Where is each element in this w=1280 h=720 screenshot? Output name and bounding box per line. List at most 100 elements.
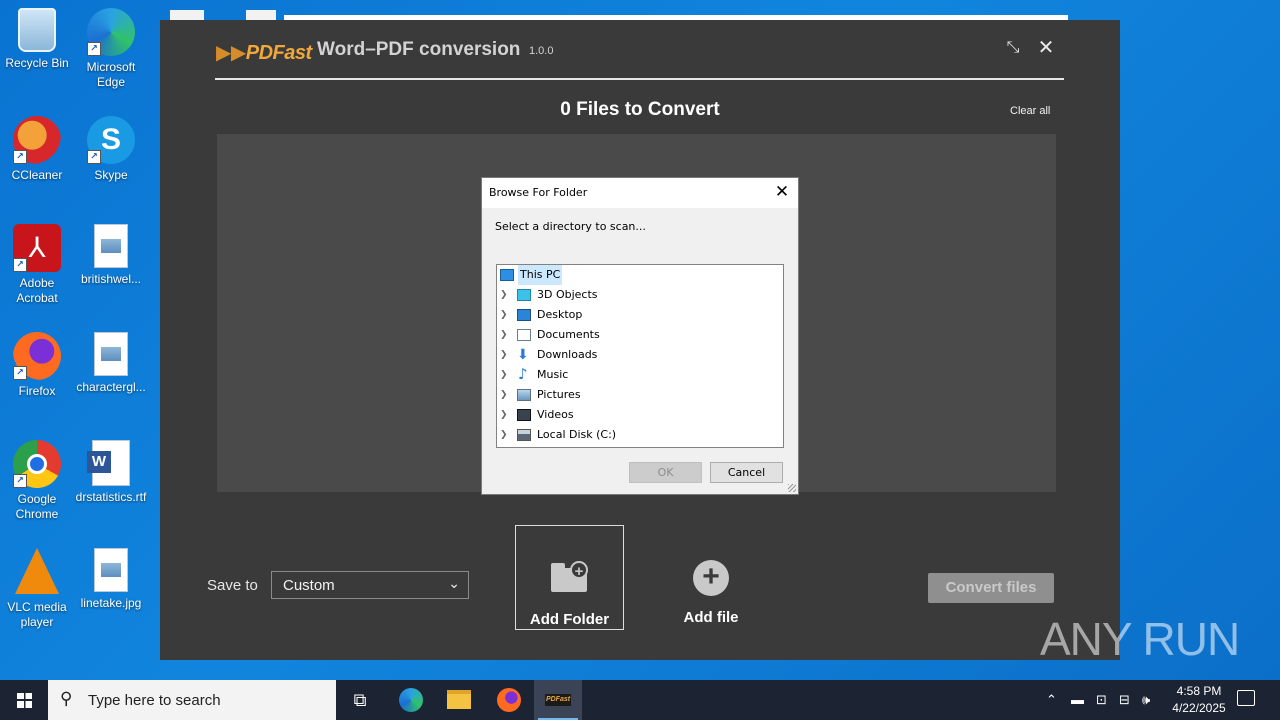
videos-icon (517, 409, 531, 421)
notification-icon[interactable] (1237, 690, 1255, 706)
anyrun-watermark: ANY RUN (1040, 613, 1240, 665)
firefox-icon (497, 688, 521, 712)
clock-date: 4/22/2025 (1172, 701, 1226, 715)
tray-app-icon[interactable]: ▬ (1071, 680, 1084, 720)
search-icon: ⚲ (60, 689, 73, 708)
desktop-icon-label: VLC media player (7, 600, 67, 629)
taskbar-file-explorer-button[interactable] (435, 680, 483, 720)
app-title: Word–PDF conversion (317, 39, 521, 60)
add-folder-label: Add Folder (529, 611, 610, 628)
start-button[interactable] (0, 680, 48, 720)
windows-logo-icon (17, 693, 32, 708)
chevron-right-icon[interactable]: ❯ (500, 285, 510, 305)
desktop-icon-chrome[interactable]: ↗ Google Chrome (0, 440, 74, 522)
taskbar: ⚲ Type here to search ⧉ PDFast ⌃ ▬ ⊡ ⊟ 🕪… (0, 680, 1280, 720)
resize-grip-icon[interactable] (788, 484, 796, 492)
desktop-folder-icon (517, 309, 531, 321)
desktop-icon-charactergl[interactable]: charactergl... (74, 332, 148, 395)
task-view-icon[interactable]: ⧉ (336, 680, 384, 720)
tree-item-label: Pictures (537, 388, 581, 401)
app-version: 1.0.0 (529, 45, 554, 57)
chevron-right-icon[interactable]: ❯ (500, 425, 510, 445)
tree-item-label: Documents (537, 328, 600, 341)
firefox-icon: ↗ (13, 332, 61, 380)
ok-button[interactable]: OK (629, 462, 702, 483)
3d-objects-icon (517, 289, 531, 301)
tree-item-desktop[interactable]: ❯ Desktop (497, 305, 777, 325)
background-window-edge (170, 10, 204, 20)
desktop-icon-recycle-bin[interactable]: Recycle Bin (0, 8, 74, 71)
taskbar-clock[interactable]: 4:58 PM 4/22/2025 (1160, 683, 1238, 717)
taskbar-edge-button[interactable] (387, 680, 435, 720)
tree-item-label: 3D Objects (537, 288, 598, 301)
desktop-icon-vlc[interactable]: VLC media player (0, 548, 74, 630)
dialog-close-icon[interactable]: ✕ (772, 182, 792, 202)
desktop-icon-edge[interactable]: ↗ Microsoft Edge (74, 8, 148, 90)
desktop-icon-label: Skype (94, 168, 128, 182)
desktop-icon-label: linetake.jpg (80, 596, 142, 610)
chevron-right-icon[interactable]: ❯ (500, 385, 510, 405)
browse-for-folder-dialog: Browse For Folder ✕ Select a directory t… (481, 177, 799, 495)
taskbar-firefox-button[interactable] (485, 680, 533, 720)
desktop-icon-label: charactergl... (76, 380, 146, 394)
taskbar-pdfast-button[interactable]: PDFast (534, 680, 582, 720)
tree-item-label: Local Disk (C:) (537, 428, 617, 441)
tree-item-music[interactable]: ❯ Music (497, 364, 777, 385)
desktop-icon-skype[interactable]: S ↗ Skype (74, 116, 148, 183)
chevron-right-icon[interactable]: ❯ (500, 325, 510, 345)
tree-item-this-pc[interactable]: This PC (497, 265, 777, 285)
logo-arrows-icon: ▶▶ (216, 42, 246, 64)
tree-item-downloads[interactable]: ❯ Downloads (497, 345, 777, 365)
chevron-right-icon[interactable]: ❯ (500, 405, 510, 425)
desktop-icon-ccleaner[interactable]: ↗ CCleaner (0, 116, 74, 183)
desktop-icon-acrobat[interactable]: ⅄ ↗ Adobe Acrobat (0, 224, 74, 306)
dialog-prompt: Select a directory to scan... (495, 220, 646, 233)
chrome-icon: ↗ (13, 440, 61, 488)
minimize-window-icon[interactable]: ⤡ (1001, 36, 1025, 60)
tree-item-label: Videos (537, 408, 574, 421)
tree-item-3d-objects[interactable]: ❯ 3D Objects (497, 285, 777, 305)
tree-item-label: Downloads (537, 348, 598, 361)
edge-icon: ↗ (87, 8, 135, 56)
add-folder-button[interactable]: + Add Folder (515, 525, 624, 630)
music-icon (517, 364, 531, 384)
desktop-icon-label: Adobe Acrobat (16, 276, 58, 305)
taskbar-search-box[interactable]: ⚲ Type here to search (48, 680, 336, 720)
tree-item-local-disk[interactable]: ❯ Local Disk (C:) (497, 425, 777, 445)
network-icon[interactable]: ⊟ (1119, 680, 1130, 720)
tray-device-icon[interactable]: ⊡ (1096, 680, 1107, 720)
tree-item-documents[interactable]: ❯ Documents (497, 325, 777, 345)
skype-icon: S ↗ (87, 116, 135, 164)
downloads-icon (517, 345, 531, 365)
plus-circle-icon: + (693, 560, 729, 596)
desktop-icon-linetake[interactable]: linetake.jpg (74, 548, 148, 611)
close-icon[interactable]: ✕ (1034, 36, 1058, 60)
save-to-dropdown[interactable]: Custom ⌄ (271, 571, 469, 599)
desktop-icon-firefox[interactable]: ↗ Firefox (0, 332, 74, 399)
image-file-icon (94, 224, 128, 268)
desktop-icon-drstatistics[interactable]: drstatistics.rtf (74, 440, 148, 505)
chevron-right-icon[interactable]: ❯ (500, 305, 510, 325)
desktop-icon-label: drstatistics.rtf (75, 490, 147, 504)
desktop-icon-label: Recycle Bin (5, 56, 69, 70)
chevron-right-icon[interactable]: ❯ (500, 365, 510, 385)
tray-chevron-up-icon[interactable]: ⌃ (1046, 680, 1057, 720)
clear-all-link[interactable]: Clear all (1010, 105, 1050, 117)
word-document-icon (87, 440, 130, 486)
tree-item-pictures[interactable]: ❯ Pictures (497, 385, 777, 405)
edge-icon (399, 688, 423, 712)
chevron-right-icon[interactable]: ❯ (500, 345, 510, 365)
pdfast-icon: PDFast (545, 694, 571, 706)
folder-tree[interactable]: This PC ❯ 3D Objects ❯ Desktop ❯ Documen… (496, 264, 784, 448)
volume-icon[interactable]: 🕪 (1142, 680, 1150, 720)
file-explorer-icon (447, 690, 471, 709)
cancel-button[interactable]: Cancel (710, 462, 783, 483)
convert-files-button[interactable]: Convert files (928, 573, 1054, 603)
desktop-icon-label: CCleaner (11, 168, 63, 182)
desktop-icon-britishwel[interactable]: britishwel... (74, 224, 148, 287)
save-to-label: Save to (207, 577, 258, 594)
tree-item-videos[interactable]: ❯ Videos (497, 405, 777, 425)
pictures-icon (517, 389, 531, 401)
add-file-label: Add file (683, 609, 739, 626)
add-file-button[interactable]: + Add file (670, 560, 752, 626)
